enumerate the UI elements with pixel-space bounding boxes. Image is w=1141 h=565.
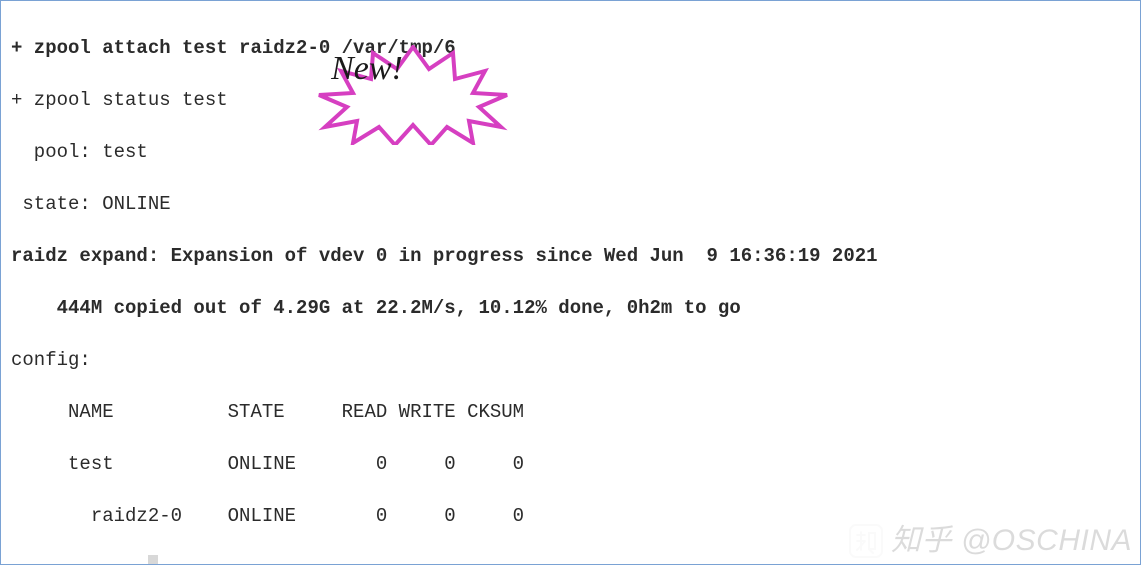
expand-line2: 444M copied out of 4.29G at 22.2M/s, 10.… bbox=[11, 295, 1130, 321]
watermark-text: 知乎 @OSCHINA bbox=[891, 528, 1132, 554]
cmd-attach: + zpool attach test raidz2-0 /var/tmp/6 bbox=[11, 35, 1130, 61]
cursor-icon bbox=[148, 555, 158, 565]
pool-line: pool: test bbox=[11, 139, 1130, 165]
zhihu-icon bbox=[849, 524, 883, 558]
watermark: 知乎 @OSCHINA bbox=[849, 524, 1132, 558]
state-line: state: ONLINE bbox=[11, 191, 1130, 217]
ellipsis-text: ... bbox=[11, 557, 148, 565]
expand-line1: raidz expand: Expansion of vdev 0 in pro… bbox=[11, 243, 1130, 269]
config-row: test ONLINE 0 0 0 bbox=[11, 451, 1130, 477]
config-header: NAME STATE READ WRITE CKSUM bbox=[11, 399, 1130, 425]
config-label: config: bbox=[11, 347, 1130, 373]
cmd-status: + zpool status test bbox=[11, 87, 1130, 113]
terminal-output: + zpool attach test raidz2-0 /var/tmp/6 … bbox=[0, 0, 1141, 565]
